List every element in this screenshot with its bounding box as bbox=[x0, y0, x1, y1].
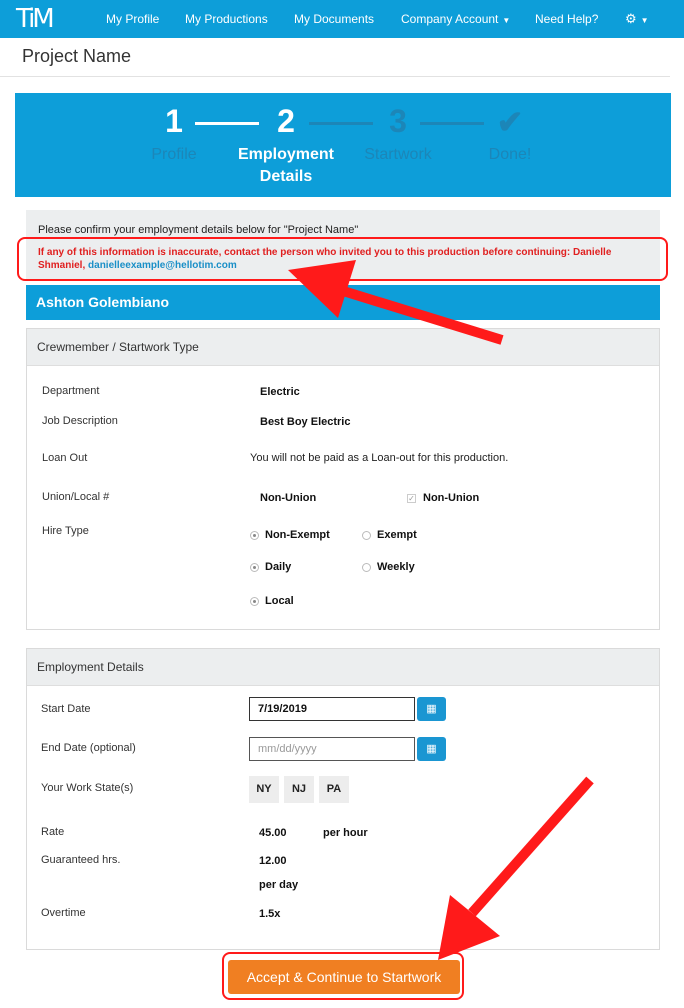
exempt-radio[interactable] bbox=[362, 531, 371, 540]
caret-down-icon: ▼ bbox=[640, 16, 649, 25]
end-date-input[interactable]: mm/dd/yyyy bbox=[249, 737, 415, 761]
daily-label: Daily bbox=[265, 561, 292, 573]
step-done-label: Done! bbox=[488, 146, 532, 163]
non-union-checkbox[interactable]: ✓ bbox=[407, 494, 416, 503]
department-label: Department bbox=[42, 385, 100, 397]
end-date-label: End Date (optional) bbox=[41, 742, 136, 754]
guaranteed-hours-label: Guaranteed hrs. bbox=[41, 854, 121, 866]
job-description-value: Best Boy Electric bbox=[260, 416, 351, 428]
weekly-radio[interactable] bbox=[362, 563, 371, 572]
employment-card: Employment Details Start Date 7/19/2019 … bbox=[26, 648, 660, 950]
step-connector bbox=[309, 122, 373, 125]
step-1-number: 1 bbox=[165, 103, 183, 139]
end-date-calendar-icon[interactable]: ▦ bbox=[417, 737, 446, 761]
caret-down-icon: ▼ bbox=[502, 16, 511, 25]
progress-stepper: 1 2 3 ✔ Profile Employment Details Start… bbox=[15, 93, 671, 197]
nav-my-documents[interactable]: My Documents bbox=[294, 0, 374, 38]
guaranteed-hours-unit: per day bbox=[259, 879, 299, 891]
rate-unit: per hour bbox=[323, 827, 368, 839]
gear-icon: ⚙ bbox=[625, 11, 637, 26]
nav-need-help[interactable]: Need Help? bbox=[535, 0, 598, 38]
local-label: Local bbox=[265, 595, 294, 607]
confirm-text: Please confirm your employment details b… bbox=[38, 224, 359, 236]
nav-my-productions[interactable]: My Productions bbox=[185, 0, 268, 38]
project-title: Project Name bbox=[22, 46, 132, 66]
employment-card-title: Employment Details bbox=[37, 660, 144, 674]
employment-card-header: Employment Details bbox=[27, 649, 659, 686]
annotation-highlight-box bbox=[17, 237, 668, 281]
work-states-label: Your Work State(s) bbox=[41, 782, 134, 794]
step-2-number: 2 bbox=[277, 103, 295, 139]
step-connector bbox=[195, 122, 259, 125]
crewmember-name-bar: Ashton Golembiano bbox=[26, 285, 660, 320]
overtime-value: 1.5x bbox=[259, 908, 281, 920]
nav-my-profile[interactable]: My Profile bbox=[106, 0, 159, 38]
start-date-label: Start Date bbox=[41, 703, 91, 715]
rate-label: Rate bbox=[41, 826, 65, 838]
non-exempt-radio[interactable] bbox=[250, 531, 259, 540]
weekly-label: Weekly bbox=[377, 561, 415, 573]
non-exempt-label: Non-Exempt bbox=[265, 529, 330, 541]
top-nav: TiM My Profile My Productions My Documen… bbox=[0, 0, 684, 38]
nav-company-account-label: Company Account bbox=[401, 12, 499, 26]
union-value: Non-Union bbox=[260, 492, 317, 504]
guaranteed-hours-value: 12.00 bbox=[259, 855, 287, 867]
daily-radio[interactable] bbox=[250, 563, 259, 572]
project-header: Project Name bbox=[0, 38, 670, 77]
work-state-ny: NY bbox=[249, 776, 279, 803]
crewmember-card: Crewmember / Startwork Type Department E… bbox=[26, 328, 660, 630]
step-connector bbox=[420, 122, 484, 125]
accept-continue-button[interactable]: Accept & Continue to Startwork bbox=[228, 960, 460, 994]
department-value: Electric bbox=[260, 386, 300, 398]
crewmember-name: Ashton Golembiano bbox=[36, 294, 169, 310]
step-done-check-icon: ✔ bbox=[496, 104, 524, 140]
settings-menu[interactable]: ⚙ ▼ bbox=[625, 0, 649, 38]
tim-logo[interactable]: TiM bbox=[16, 4, 62, 34]
step-1-label: Profile bbox=[151, 146, 197, 163]
overtime-label: Overtime bbox=[41, 907, 86, 919]
step-3-label: Startwork bbox=[364, 146, 432, 163]
work-state-pa: PA bbox=[319, 776, 349, 803]
nav-company-account[interactable]: Company Account ▼ bbox=[401, 0, 510, 38]
crewmember-card-title: Crewmember / Startwork Type bbox=[37, 340, 199, 354]
step-2-label-line2: Details bbox=[259, 168, 313, 185]
non-union-checkbox-label: Non-Union bbox=[423, 492, 480, 504]
step-3-number: 3 bbox=[389, 103, 407, 139]
loan-out-label: Loan Out bbox=[42, 452, 88, 464]
hire-type-label: Hire Type bbox=[42, 525, 89, 537]
work-state-nj: NJ bbox=[284, 776, 314, 803]
start-date-calendar-icon[interactable]: ▦ bbox=[417, 697, 446, 721]
union-label: Union/Local # bbox=[42, 491, 110, 503]
step-2-label: Employment Details bbox=[221, 144, 351, 188]
crewmember-card-header: Crewmember / Startwork Type bbox=[27, 329, 659, 366]
start-date-input[interactable]: 7/19/2019 bbox=[249, 697, 415, 721]
rate-value: 45.00 bbox=[259, 827, 287, 839]
exempt-label: Exempt bbox=[377, 529, 417, 541]
step-2-label-line1: Employment bbox=[237, 146, 334, 163]
local-radio[interactable] bbox=[250, 597, 259, 606]
job-description-label: Job Description bbox=[42, 415, 118, 427]
loan-out-value: You will not be paid as a Loan-out for t… bbox=[250, 452, 509, 464]
